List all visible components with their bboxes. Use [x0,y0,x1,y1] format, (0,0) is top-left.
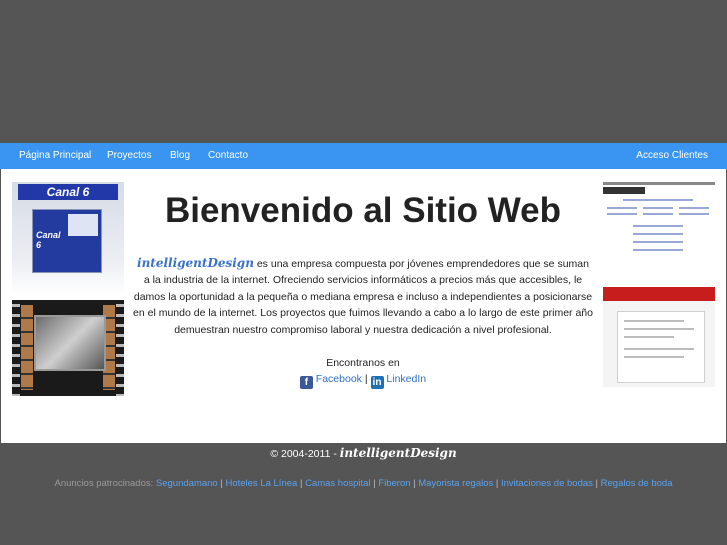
site1-line [679,207,709,209]
nav-contact[interactable]: Contacto [208,143,248,169]
site2-panel [617,311,705,383]
ad-separator: | [299,478,303,489]
ad-link[interactable]: Regalos de boda [601,478,673,489]
site2-line [624,348,694,350]
ad-link[interactable]: Mayorista regalos [418,478,493,489]
site1-line [623,199,693,201]
ad-separator: | [373,478,376,489]
ad-separator: | [595,478,599,489]
ad-link[interactable]: Camas hospital [305,478,370,489]
ad-link[interactable]: Hoteles La Línea [225,478,297,489]
site1-header [603,187,645,194]
navbar: Página Principal Proyectos Blog Contacto… [0,143,727,169]
site1-line [633,233,683,235]
copyright: © 2004-2011 - [270,448,337,460]
canal6-screen: Canal 6 [32,209,102,273]
site1-line [643,213,673,215]
client-access-link[interactable]: Acceso Clientes [636,143,708,169]
footer-brand: intelligentDesign [339,446,457,460]
site2-line [624,356,684,358]
site1-line [643,207,673,209]
social-links: f Facebook | in LinkedIn [133,373,593,389]
canal6-pane [68,214,98,236]
site1-line [607,213,637,215]
site1-line [679,213,709,215]
ad-separator: | [495,478,499,489]
film-strip-left [21,305,33,390]
footer: © 2004-2011 - intelligentDesign [0,446,727,460]
film-frame [34,315,106,371]
project-thumbnail-site1[interactable] [603,182,715,285]
nav-projects[interactable]: Proyectos [107,143,151,169]
film-holes-right [116,300,124,396]
project-thumbnail-canal6[interactable]: Canal 6 Canal 6 [12,182,124,295]
site2-header [603,287,715,301]
ad-link[interactable]: Segundamano [156,478,218,489]
sponsored-links: Anuncios patrocinados: Segundamano | Hot… [0,478,727,489]
ad-separator: | [220,478,223,489]
site1-line [633,249,683,251]
linkedin-label: LinkedIn [386,373,427,385]
film-holes-left [12,300,20,396]
linkedin-icon: in [370,376,384,389]
site2-line [624,328,694,330]
ad-link[interactable]: Fiberon [378,478,410,489]
facebook-link[interactable]: f Facebook [299,373,365,389]
intro-paragraph: intelligentDesign es una empresa compues… [133,255,593,338]
brand-name: intelligentDesign [137,256,254,270]
social-separator: | [364,373,368,385]
site2-line [624,336,674,338]
site1-line [607,207,637,209]
ads-label: Anuncios patrocinados: [54,478,154,489]
nav-blog[interactable]: Blog [170,143,190,169]
canal6-banner: Canal 6 [18,184,118,200]
main-content: Canal 6 Canal 6 Bienvenido al Sitio Web … [1,169,726,443]
ad-separator: | [413,478,416,489]
facebook-icon: f [299,376,313,389]
ad-link[interactable]: Invitaciones de bodas [501,478,593,489]
site1-line [633,225,683,227]
project-thumbnail-site2[interactable] [603,287,715,387]
linkedin-link[interactable]: in LinkedIn [370,373,427,389]
nav-home[interactable]: Página Principal [19,143,91,169]
canal6-logo: Canal 6 [36,230,61,250]
find-us-label: Encontranos en [326,357,400,369]
page-title: Bienvenido al Sitio Web [164,191,562,230]
facebook-label: Facebook [315,373,362,385]
site1-line [633,241,683,243]
project-thumbnail-film[interactable] [12,300,124,396]
site2-line [624,320,684,322]
